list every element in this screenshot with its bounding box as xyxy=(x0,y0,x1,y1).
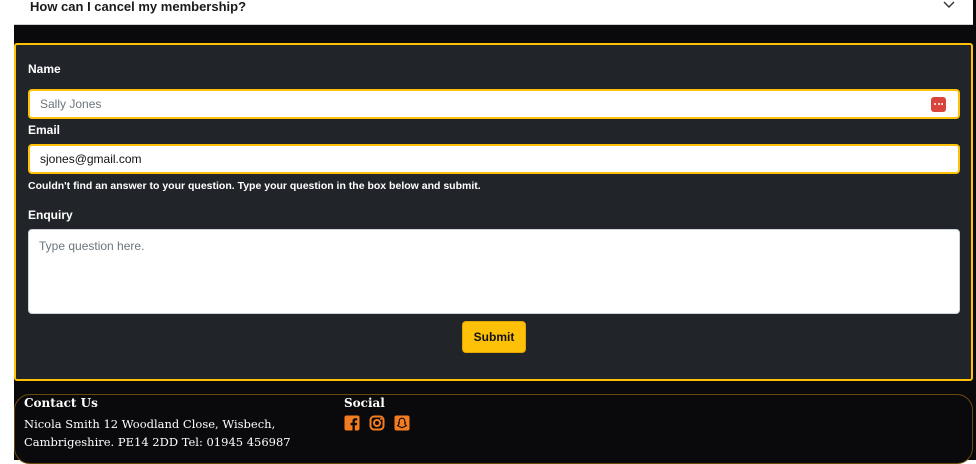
snapchat-icon[interactable] xyxy=(394,415,410,431)
facebook-icon[interactable] xyxy=(344,415,360,431)
faq-question: How can I cancel my membership? xyxy=(30,0,247,14)
social-heading: Social xyxy=(344,396,385,410)
enquiry-textarea[interactable] xyxy=(28,229,960,314)
chevron-down-icon[interactable] xyxy=(943,0,955,11)
contact-heading: Contact Us xyxy=(24,396,98,410)
faq-accordion-item[interactable]: How can I cancel my membership? xyxy=(14,0,973,25)
enquiry-label: Enquiry xyxy=(28,208,73,222)
helper-text: Couldn't find an answer to your question… xyxy=(28,180,481,192)
contact-address-line2: Cambrigeshire. PE14 2DD Tel: 01945 45698… xyxy=(24,435,291,449)
enquiry-form: Name Email Couldn't find an answer to yo… xyxy=(14,43,973,381)
email-input[interactable] xyxy=(28,144,960,174)
footer: Contact Us Nicola Smith 12 Woodland Clos… xyxy=(14,394,973,464)
email-label: Email xyxy=(28,123,61,137)
password-manager-icon[interactable] xyxy=(931,97,946,112)
name-label: Name xyxy=(28,62,61,76)
submit-button[interactable]: Submit xyxy=(462,321,526,353)
contact-address-line1: Nicola Smith 12 Woodland Close, Wisbech, xyxy=(24,417,276,431)
instagram-icon[interactable] xyxy=(369,415,385,431)
name-input[interactable] xyxy=(28,89,960,119)
